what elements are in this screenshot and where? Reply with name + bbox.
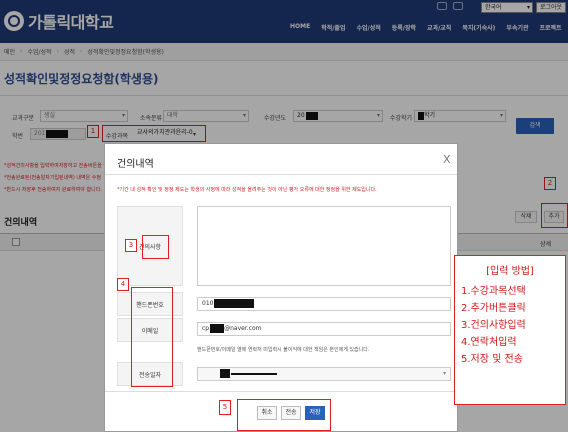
modal-notice: *기간 내 성적 확인 및 정정 제도는 학생의 사정에 따라 성적을 올려주는… xyxy=(117,187,377,193)
step-4-highlight xyxy=(131,287,173,387)
email-prefix: cp xyxy=(202,325,210,332)
chevron-down-icon: ▾ xyxy=(442,370,446,377)
guide-step: 2.추가버튼클릭 xyxy=(461,303,526,314)
suggestion-textarea[interactable] xyxy=(197,206,451,286)
guide-step: 4.연락처입력 xyxy=(461,337,517,348)
modal-title: 건의내역 xyxy=(117,159,154,170)
suggestion-modal: 건의내역 X *기간 내 성적 확인 및 정정 제도는 학생의 사정에 따라 성… xyxy=(104,143,458,432)
phone-input[interactable]: 010 xyxy=(197,297,451,311)
guide-step: 3.건의사항입력 xyxy=(461,320,526,331)
step-5-highlight xyxy=(237,399,331,431)
contact-notice: 핸드폰번호/이메일 열에 연락처 미입력시 불이익에 대한 책임은 본인에게 있… xyxy=(197,347,370,353)
step-3-badge: 3 xyxy=(125,239,137,252)
divider xyxy=(105,391,457,392)
redaction xyxy=(214,299,255,308)
step-3-highlight xyxy=(142,235,169,259)
step-4-badge: 4 xyxy=(117,278,129,291)
guide-step: 5.저장 및 전송 xyxy=(461,354,523,365)
guide-step: 1.수강과목선택 xyxy=(461,286,526,297)
input-method-guide: [입력 방법] 1.수강과목선택 2.추가버튼클릭 3.건의사항입력 4.연락처… xyxy=(454,255,566,405)
close-icon[interactable]: X xyxy=(443,153,451,166)
divider xyxy=(105,174,457,175)
redaction xyxy=(210,324,225,333)
redaction xyxy=(231,372,277,375)
sent-date-select[interactable]: ▾ xyxy=(197,367,451,381)
guide-title: [입력 방법] xyxy=(486,266,534,277)
email-input[interactable]: cp @naver.com xyxy=(197,322,451,336)
email-suffix: @naver.com xyxy=(224,325,262,332)
redaction xyxy=(220,369,230,378)
step-5-badge: 5 xyxy=(219,400,231,415)
phone-value: 010 xyxy=(202,300,214,307)
